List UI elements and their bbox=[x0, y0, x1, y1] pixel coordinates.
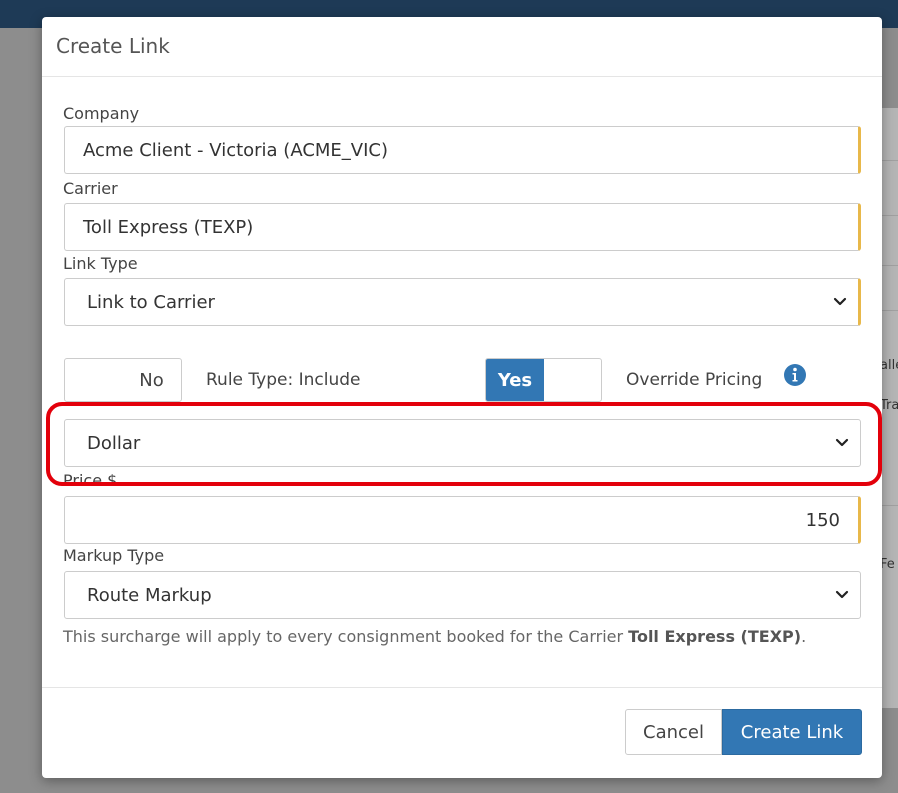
rule-type-label: Rule Type: Include bbox=[206, 370, 361, 390]
help-text-carrier: Toll Express (TEXP) bbox=[628, 627, 802, 646]
toggle-no-label: No bbox=[121, 359, 181, 401]
price-value: 150 bbox=[805, 509, 840, 531]
create-link-dialog: Create Link Company Acme Client - Victor… bbox=[42, 17, 882, 778]
company-label: Company bbox=[63, 104, 140, 123]
carrier-value: Toll Express (TEXP) bbox=[83, 216, 254, 238]
help-text-suffix: . bbox=[801, 627, 807, 646]
surcharge-help-text: This surcharge will apply to every consi… bbox=[63, 627, 806, 646]
info-icon[interactable] bbox=[783, 363, 807, 387]
markup-type-label: Markup Type bbox=[63, 546, 165, 565]
price-input[interactable]: 150 bbox=[64, 496, 861, 544]
chevron-down-icon bbox=[835, 590, 849, 599]
toggle-yes-label: Yes bbox=[486, 359, 544, 401]
background-text-fragment: Tra bbox=[880, 398, 898, 413]
carrier-field[interactable]: Toll Express (TEXP) bbox=[64, 203, 861, 251]
annotation-highlight-box bbox=[46, 402, 882, 486]
override-pricing-label: Override Pricing bbox=[626, 370, 763, 390]
company-value: Acme Client - Victoria (ACME_VIC) bbox=[83, 139, 389, 161]
background-text-fragment: Fe bbox=[880, 557, 895, 572]
link-type-label: Link Type bbox=[63, 254, 138, 273]
dialog-header: Create Link bbox=[42, 17, 882, 77]
dialog-title: Create Link bbox=[56, 34, 170, 58]
company-field[interactable]: Acme Client - Victoria (ACME_VIC) bbox=[64, 126, 861, 174]
override-pricing-toggle[interactable]: Yes bbox=[485, 358, 602, 402]
cancel-button[interactable]: Cancel bbox=[625, 709, 722, 755]
carrier-label: Carrier bbox=[63, 179, 118, 198]
link-type-select[interactable]: Link to Carrier bbox=[64, 278, 861, 326]
rule-type-toggle[interactable]: No bbox=[64, 358, 182, 402]
create-link-button[interactable]: Create Link bbox=[722, 709, 862, 755]
help-text-prefix: This surcharge will apply to every consi… bbox=[63, 627, 629, 646]
chevron-down-icon bbox=[833, 297, 847, 306]
markup-type-select[interactable]: Route Markup bbox=[64, 571, 861, 619]
background-text-fragment: alle bbox=[880, 358, 898, 373]
markup-type-value: Route Markup bbox=[87, 584, 212, 606]
link-type-value: Link to Carrier bbox=[87, 291, 215, 313]
